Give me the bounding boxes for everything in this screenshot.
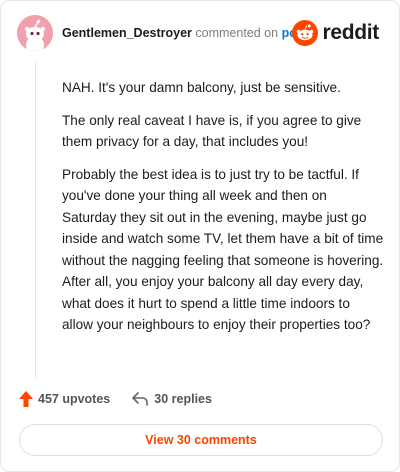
comment-body: NAH. It's your damn balcony, just be sen… [62, 77, 384, 347]
upvote-action[interactable]: 457 upvotes [19, 391, 110, 407]
reply-count: 30 replies [154, 392, 212, 406]
comment-paragraph: NAH. It's your damn balcony, just be sen… [62, 80, 341, 95]
upvote-arrow-icon[interactable] [19, 391, 33, 407]
comment-meta: Gentlemen_Destroyer commented on post [62, 26, 308, 40]
comment-embed-card: Gentlemen_Destroyer commented on post re… [0, 0, 400, 472]
snoo-avatar-icon [17, 15, 53, 51]
avatar[interactable] [17, 15, 53, 51]
thread-line [35, 61, 36, 379]
reply-arrow-icon [132, 392, 149, 406]
reply-action[interactable]: 30 replies [132, 392, 212, 406]
comment-paragraph: The only real caveat I have is, if you a… [62, 112, 362, 150]
comment-header: Gentlemen_Destroyer commented on post re… [17, 15, 385, 55]
reddit-wordmark: reddit [322, 21, 379, 44]
reddit-logo-icon [292, 20, 319, 46]
author-username[interactable]: Gentlemen_Destroyer [62, 26, 192, 40]
view-comments-button[interactable]: View 30 comments [19, 424, 383, 456]
upvote-count: 457 upvotes [38, 392, 111, 406]
comment-paragraph: Probably the best idea is to just try to… [62, 166, 384, 333]
comment-actions: 457 upvotes 30 replies [19, 389, 212, 409]
commented-on-text: commented on [195, 26, 279, 40]
reddit-logo[interactable]: reddit [292, 19, 379, 47]
